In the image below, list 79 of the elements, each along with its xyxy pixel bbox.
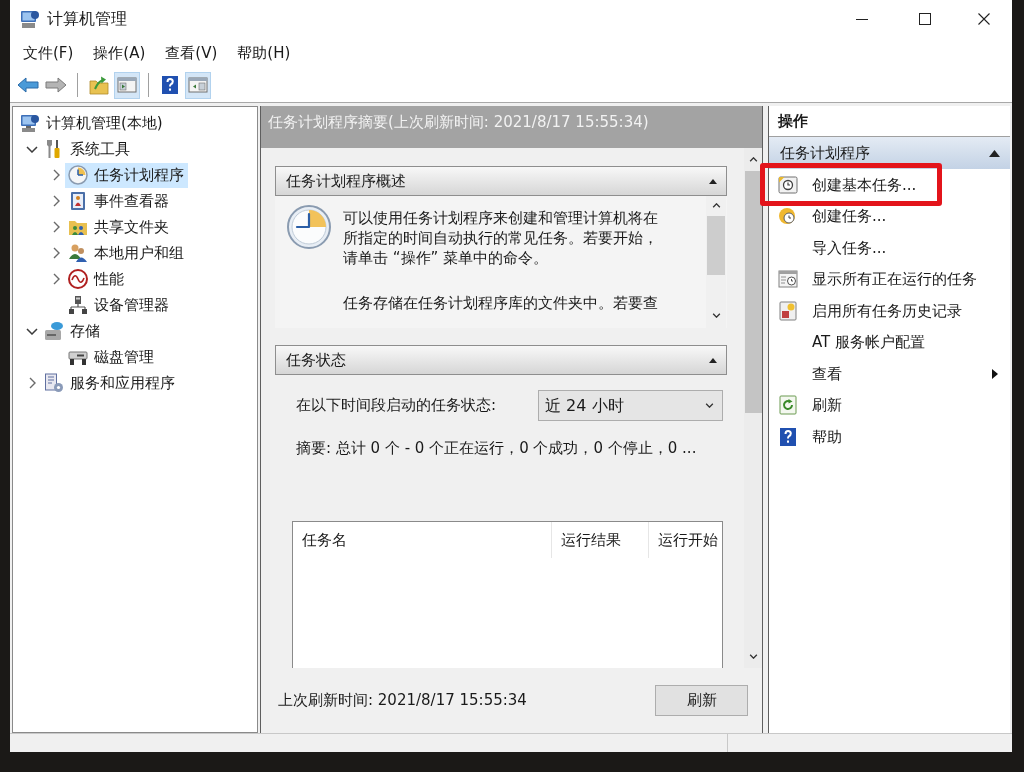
tree-item[interactable]: 任务计划程序 xyxy=(65,162,188,188)
tree-item[interactable]: 计算机管理(本地) xyxy=(17,110,167,136)
section-header[interactable]: 任务状态 xyxy=(275,345,727,375)
scrollbar-thumb[interactable] xyxy=(707,216,725,275)
circle-wave-icon xyxy=(68,269,88,289)
clock-icon xyxy=(68,165,88,185)
chevron-right-icon[interactable] xyxy=(52,221,60,233)
scrollbar-thumb[interactable] xyxy=(744,171,762,413)
tree-item[interactable]: 设备管理器 xyxy=(65,292,173,318)
menu-item[interactable]: 操作(A) xyxy=(83,40,156,66)
task-clock-icon xyxy=(778,174,798,195)
chevron-up-icon[interactable] xyxy=(748,156,758,162)
period-dropdown[interactable]: 近 24 小时 xyxy=(538,390,723,421)
tree-item[interactable]: 事件查看器 xyxy=(65,188,173,214)
description-text: 可以使用任务计划程序来创建和管理计算机将在所指定的时间自动执行的常见任务。若要开始，请单击 “操作” 菜单中的命令。 xyxy=(343,208,659,268)
chevron-right-icon[interactable] xyxy=(52,247,60,259)
refresh-button[interactable]: 刷新 xyxy=(655,685,748,716)
chevron-down-icon[interactable] xyxy=(26,145,38,153)
clock-icon xyxy=(287,205,331,249)
chevron-right-icon[interactable] xyxy=(52,195,60,207)
close-icon xyxy=(978,13,990,25)
tree-item[interactable]: 本地用户和组 xyxy=(65,240,188,266)
pane-header: 任务计划程序摘要(上次刷新时间: 2021/8/17 15:55:34) xyxy=(261,106,762,148)
arrow-right-icon xyxy=(45,77,67,93)
window-title: 计算机管理 xyxy=(47,8,127,30)
action-item[interactable]: AT 服务帐户配置 xyxy=(769,326,1010,358)
tree-item[interactable]: 存储 xyxy=(41,318,104,344)
section-header[interactable]: 任务计划程序概述 xyxy=(275,166,727,196)
arrow-left-icon xyxy=(17,77,39,93)
description-text: 任务存储在任务计划程序库的文件夹中。若要查 xyxy=(343,293,659,313)
vertical-scrollbar[interactable] xyxy=(744,148,762,668)
action-item[interactable]: 查看 xyxy=(769,358,1010,390)
vertical-scrollbar[interactable] xyxy=(706,196,726,328)
minimize-icon xyxy=(856,18,868,20)
tree-item[interactable]: 性能 xyxy=(65,266,128,292)
column-header[interactable]: 运行开始 xyxy=(648,522,722,558)
chevron-down-icon[interactable] xyxy=(748,653,758,659)
document-gear-icon xyxy=(44,373,64,393)
chevron-right-icon[interactable] xyxy=(28,377,36,389)
menu-item[interactable]: 帮助(H) xyxy=(227,40,301,66)
action-item[interactable]: 帮助 xyxy=(769,421,1010,453)
chevron-right-icon[interactable] xyxy=(52,273,60,285)
event-log-icon xyxy=(68,191,88,211)
chevron-down-icon[interactable] xyxy=(705,403,714,408)
users-icon xyxy=(68,243,88,263)
field-label: 在以下时间段启动的任务状态: xyxy=(296,395,497,417)
chevron-up-icon[interactable] xyxy=(711,202,721,208)
summary-text: 摘要: 总计 0 个 - 0 个正在运行，0 个成功，0 个停止，0 ... xyxy=(296,438,698,458)
action-item[interactable]: 导入任务... xyxy=(769,232,1010,264)
action-item[interactable]: 启用所有任务历史记录 xyxy=(769,295,1010,327)
last-refresh-text: 上次刷新时间: 2021/8/17 15:55:34 xyxy=(278,690,527,712)
chevron-down-icon[interactable] xyxy=(711,312,721,318)
tree-item[interactable]: 共享文件夹 xyxy=(65,214,173,240)
help-icon xyxy=(160,75,180,95)
action-item[interactable]: 创建基本任务... xyxy=(769,169,1010,201)
window-clock-icon xyxy=(778,269,798,290)
help-icon xyxy=(778,426,798,447)
computer-icon xyxy=(20,113,40,133)
refresh-icon xyxy=(778,395,798,416)
disk-drive-icon xyxy=(44,321,64,341)
menu-item[interactable]: 文件(F) xyxy=(13,40,84,66)
tree-item[interactable]: 磁盘管理 xyxy=(65,344,158,370)
column-header[interactable]: 任务名 xyxy=(293,522,551,558)
column-header[interactable]: 运行结果 xyxy=(551,522,648,558)
computer-tower-icon xyxy=(68,295,88,315)
tree-item[interactable]: 系统工具 xyxy=(41,136,134,162)
clock-icon xyxy=(778,206,798,227)
panel-right-icon xyxy=(188,75,208,95)
menu-item[interactable]: 查看(V) xyxy=(155,40,228,66)
maximize-icon xyxy=(919,13,931,25)
action-item[interactable]: 创建任务... xyxy=(769,200,1010,232)
action-item[interactable]: 显示所有正在运行的任务 xyxy=(769,263,1010,295)
app-icon xyxy=(20,9,40,29)
folder-arrow-icon xyxy=(89,75,109,95)
tree-item[interactable]: 服务和应用程序 xyxy=(41,370,179,396)
chevron-right-icon[interactable] xyxy=(52,169,60,181)
chevron-down-icon[interactable] xyxy=(26,327,38,335)
panel-left-icon xyxy=(117,75,137,95)
action-item[interactable]: 刷新 xyxy=(769,389,1010,421)
